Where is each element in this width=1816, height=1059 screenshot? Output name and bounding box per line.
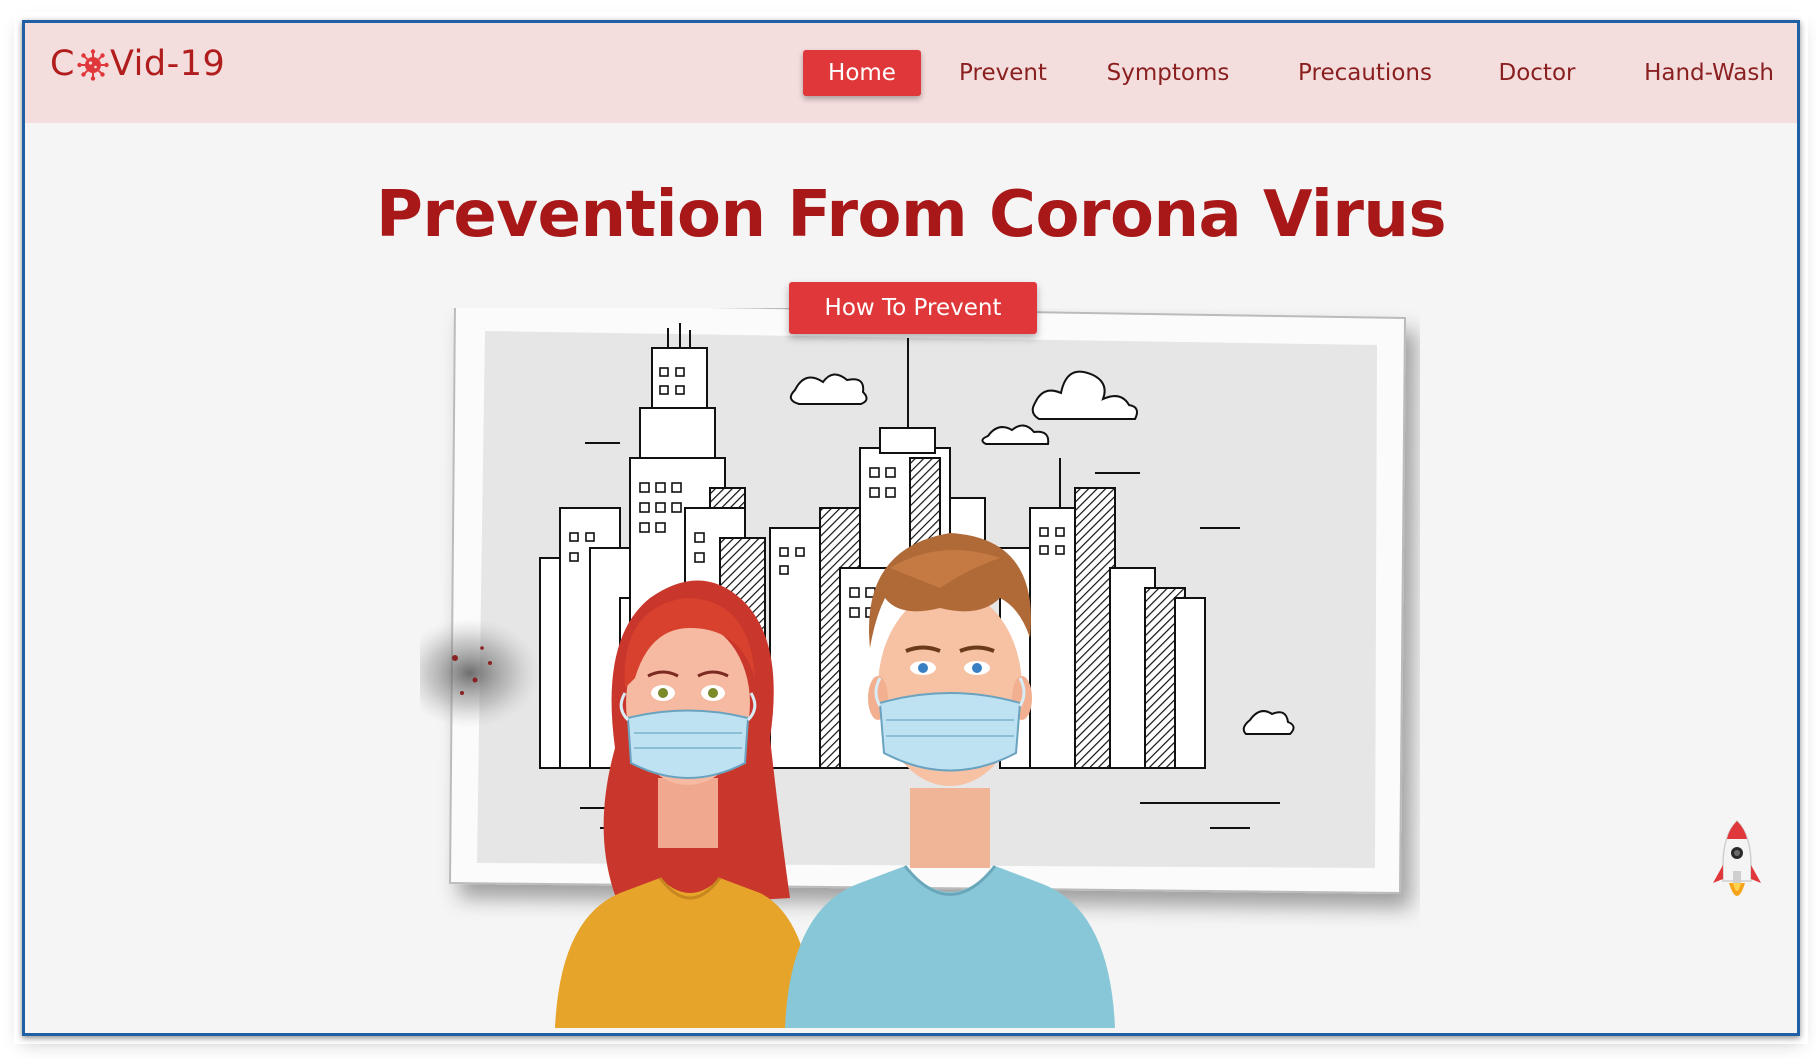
navbar: C Vid-19 Home Prevent Symptoms Precautio…	[25, 23, 1797, 123]
nav-home[interactable]: Home	[803, 50, 921, 96]
brand-suffix: Vid-19	[109, 44, 226, 84]
nav-doctor[interactable]: Doctor	[1485, 50, 1589, 96]
nav-prevent[interactable]: Prevent	[943, 50, 1063, 96]
browser-viewport: C Vid-19 Home Prevent Symptoms Precautio…	[22, 20, 1800, 1036]
hero-illustration	[420, 308, 1407, 1028]
brand-logo[interactable]: C Vid-19	[50, 47, 225, 82]
nav-hand-wash[interactable]: Hand-Wash	[1625, 50, 1793, 96]
hero-title: Prevention From Corona Virus	[375, 178, 1447, 252]
how-to-prevent-button[interactable]: How To Prevent	[789, 282, 1037, 334]
nav-symptoms[interactable]: Symptoms	[1093, 50, 1243, 96]
brand-prefix: C	[50, 44, 75, 84]
virus-icon	[77, 48, 109, 81]
nav-precautions[interactable]: Precautions	[1279, 50, 1451, 96]
rocket-icon[interactable]	[1707, 813, 1767, 913]
